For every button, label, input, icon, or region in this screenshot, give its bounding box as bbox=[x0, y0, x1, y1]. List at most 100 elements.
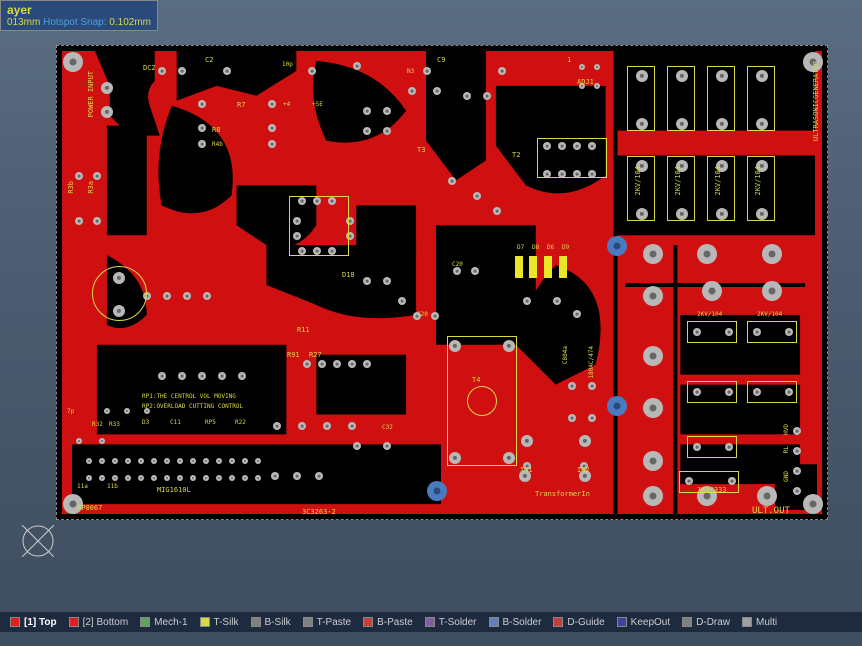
layer-tab[interactable]: B-Silk bbox=[251, 617, 291, 628]
ref-c32: C32 bbox=[382, 424, 393, 431]
layer-swatch-icon bbox=[742, 617, 752, 627]
layer-tab[interactable]: D-Guide bbox=[553, 617, 604, 628]
layer-tab[interactable]: [1] Top bbox=[10, 617, 57, 628]
layer-label: Multi bbox=[756, 617, 777, 628]
layer-tab[interactable]: T-Solder bbox=[425, 617, 477, 628]
layer-tab[interactable]: T-Silk bbox=[200, 617, 239, 628]
snap-label: Hotspot Snap: bbox=[43, 17, 106, 28]
ref-cap8: 180AC/474 bbox=[588, 346, 595, 379]
pad bbox=[124, 408, 130, 414]
pad bbox=[138, 458, 144, 464]
pad bbox=[483, 92, 491, 100]
cap-outline bbox=[747, 321, 797, 343]
rp2-label: RP2:OVERLOAD CUTTING CONTROL bbox=[142, 403, 243, 410]
layer-label: Mech-1 bbox=[154, 617, 187, 628]
pad bbox=[453, 267, 461, 275]
pad bbox=[793, 427, 801, 435]
layer-swatch-icon bbox=[425, 617, 435, 627]
layer-tab[interactable]: D-Draw bbox=[682, 617, 730, 628]
pad bbox=[353, 442, 361, 450]
layer-label: T-Solder bbox=[439, 617, 477, 628]
layer-swatch-icon bbox=[140, 617, 150, 627]
layer-label: T-Silk bbox=[214, 617, 239, 628]
ref-rp5: RP5 bbox=[205, 419, 216, 426]
ref-c21: C20 bbox=[417, 311, 428, 318]
cap-outline bbox=[747, 381, 797, 403]
pad bbox=[308, 67, 316, 75]
pad bbox=[198, 372, 206, 380]
layer-label: D-Guide bbox=[567, 617, 604, 628]
pad bbox=[579, 435, 591, 447]
pad bbox=[471, 267, 479, 275]
ref-p5: +5E bbox=[312, 101, 323, 108]
pad bbox=[427, 481, 447, 501]
pad bbox=[273, 422, 281, 430]
pad bbox=[93, 217, 101, 225]
layer-swatch-icon bbox=[489, 617, 499, 627]
pad bbox=[198, 140, 206, 148]
pad bbox=[86, 475, 92, 481]
ref-cap4: 2KV/104 bbox=[754, 166, 762, 196]
pad bbox=[757, 486, 777, 506]
pad bbox=[793, 487, 801, 495]
pad bbox=[75, 172, 83, 180]
ref-rl: RL bbox=[783, 446, 790, 453]
pad bbox=[323, 422, 331, 430]
layer-tab[interactable]: B-Paste bbox=[363, 617, 413, 628]
ref-adj1: ADJ1 bbox=[577, 78, 594, 86]
ref-c11: C11 bbox=[170, 419, 181, 426]
pad bbox=[315, 472, 323, 480]
pad bbox=[423, 67, 431, 75]
pad bbox=[588, 414, 596, 422]
pad bbox=[178, 372, 186, 380]
layer-label: [2] Bottom bbox=[83, 617, 129, 628]
pad bbox=[101, 82, 113, 94]
pad bbox=[229, 458, 235, 464]
ref-in2: IN2 bbox=[577, 466, 590, 474]
pcb-canvas[interactable]: POWER INPUT ULTRASONICGENERATOR ULT.OUT … bbox=[56, 45, 828, 520]
ref-d8: D8 bbox=[532, 244, 539, 251]
pad bbox=[431, 312, 439, 320]
pad bbox=[104, 408, 110, 414]
ref-r8: R8 bbox=[212, 126, 220, 134]
pad bbox=[762, 244, 782, 264]
layer-tab[interactable]: Mech-1 bbox=[140, 617, 187, 628]
pad bbox=[318, 360, 326, 368]
pad bbox=[203, 475, 209, 481]
layer-tab[interactable]: T-Paste bbox=[303, 617, 351, 628]
pad bbox=[164, 458, 170, 464]
pad bbox=[793, 467, 801, 475]
layer-tab[interactable]: KeepOut bbox=[617, 617, 670, 628]
pad bbox=[353, 62, 361, 70]
board-rev: 3C3263-2 bbox=[302, 508, 336, 516]
ref-d6: D6 bbox=[547, 244, 554, 251]
mounting-hole bbox=[63, 52, 83, 72]
mounting-hole bbox=[803, 494, 823, 514]
ref-r7: R7 bbox=[237, 101, 245, 109]
layer-swatch-icon bbox=[303, 617, 313, 627]
layer-swatch-icon bbox=[251, 617, 261, 627]
layer-label: B-Silk bbox=[265, 617, 291, 628]
pad bbox=[333, 360, 341, 368]
diode-highlight bbox=[529, 256, 537, 278]
pad bbox=[75, 217, 83, 225]
ref-t2: T2 bbox=[512, 151, 520, 159]
layer-tab[interactable]: B-Solder bbox=[489, 617, 542, 628]
cap-outline bbox=[747, 66, 775, 131]
layer-tab[interactable]: Multi bbox=[742, 617, 777, 628]
pad bbox=[588, 382, 596, 390]
cap-outline bbox=[687, 436, 737, 458]
ic-outline bbox=[289, 196, 349, 256]
ref-d7: D7 bbox=[517, 244, 524, 251]
pad bbox=[271, 472, 279, 480]
pad bbox=[383, 107, 391, 115]
pad bbox=[218, 372, 226, 380]
ref-cap7: 1KV/333 bbox=[697, 486, 727, 494]
pad bbox=[183, 292, 191, 300]
layer-tab[interactable]: [2] Bottom bbox=[69, 617, 129, 628]
power-input-label: POWER INPUT bbox=[87, 71, 95, 117]
ref-r3a: R3a bbox=[87, 181, 95, 194]
pad bbox=[190, 458, 196, 464]
cap-outline bbox=[687, 321, 737, 343]
ref-p4: +4 bbox=[283, 101, 290, 108]
